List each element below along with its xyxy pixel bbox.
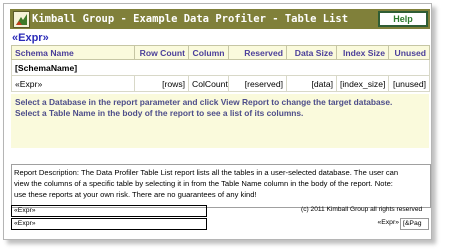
- col-unused[interactable]: Unused: [388, 45, 430, 60]
- description-line: use these reports at your own risk. Ther…: [14, 190, 257, 199]
- col-data-size[interactable]: Data Size: [286, 45, 337, 60]
- description-line: Report Description: The Data Profiler Ta…: [14, 168, 399, 177]
- schema-group-row: [SchemaName]: [11, 59, 430, 76]
- schema-name-cell: [SchemaName]: [11, 59, 430, 76]
- table-list-grid: Schema Name Row Count Column Reserved Da…: [11, 45, 430, 94]
- report-footer: «Expr» (c) 2011 Kimball Group all rights…: [11, 205, 429, 235]
- database-expression-heading: «Expr»: [12, 32, 49, 44]
- report-title: Kimball Group - Example Data Profiler - …: [32, 13, 349, 25]
- footer-expr-3: «Expr»: [377, 219, 399, 226]
- unused-cell: [unused]: [388, 75, 430, 92]
- instruction-line: Select a Database in the report paramete…: [15, 97, 393, 107]
- col-count-cell: ColCount]: [188, 75, 229, 92]
- footer-expr-1: «Expr»: [11, 205, 207, 217]
- help-button[interactable]: Help: [378, 11, 428, 27]
- data-size-cell: [data]: [286, 75, 337, 92]
- copyright-text: (c) 2011 Kimball Group all rights reserv…: [301, 206, 423, 213]
- title-bar: Kimball Group - Example Data Profiler - …: [10, 9, 430, 29]
- footer-expr-2: «Expr»: [11, 218, 207, 230]
- col-column[interactable]: Column: [188, 45, 229, 60]
- col-schema-name[interactable]: Schema Name: [11, 45, 135, 60]
- col-index-size[interactable]: Index Size: [336, 45, 389, 60]
- index-size-cell: [index_size]: [336, 75, 389, 92]
- col-row-count[interactable]: Row Count: [134, 45, 189, 60]
- row-count-cell: [rows]: [134, 75, 189, 92]
- col-reserved[interactable]: Reserved: [228, 45, 287, 60]
- instruction-line: Select a Table Name in the body of the r…: [15, 108, 304, 118]
- header-row: Schema Name Row Count Column Reserved Da…: [11, 45, 430, 60]
- description-line: view the columns of a specific table by …: [14, 179, 393, 188]
- report-description: Report Description: The Data Profiler Ta…: [11, 164, 431, 208]
- kimball-logo-icon: [13, 11, 30, 28]
- table-row: «Expr» [rows] ColCount] [reserved] [data…: [11, 75, 430, 92]
- instructions-panel: Select a Database in the report paramete…: [11, 94, 429, 148]
- reserved-cell: [reserved]: [228, 75, 287, 92]
- page-number: [&Pag: [400, 218, 429, 230]
- table-name-link[interactable]: «Expr»: [11, 75, 135, 92]
